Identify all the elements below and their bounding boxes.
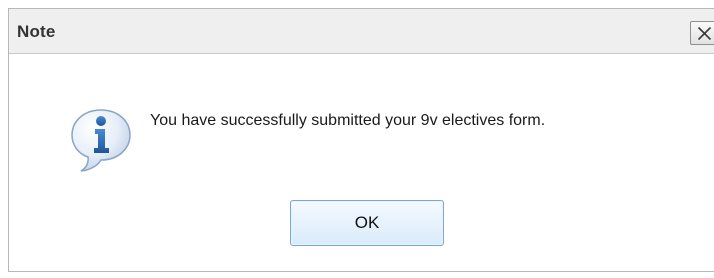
note-dialog: Note You have successfully submitted you… (8, 8, 714, 272)
close-icon (697, 26, 712, 41)
dialog-content: You have successfully submitted your 9v … (9, 54, 714, 271)
dialog-title: Note (17, 22, 56, 41)
dialog-message: You have successfully submitted your 9v … (150, 112, 546, 129)
info-icon (71, 109, 131, 172)
dialog-titlebar: Note (9, 9, 714, 54)
ok-button[interactable]: OK (290, 200, 444, 246)
close-button[interactable] (690, 21, 714, 45)
